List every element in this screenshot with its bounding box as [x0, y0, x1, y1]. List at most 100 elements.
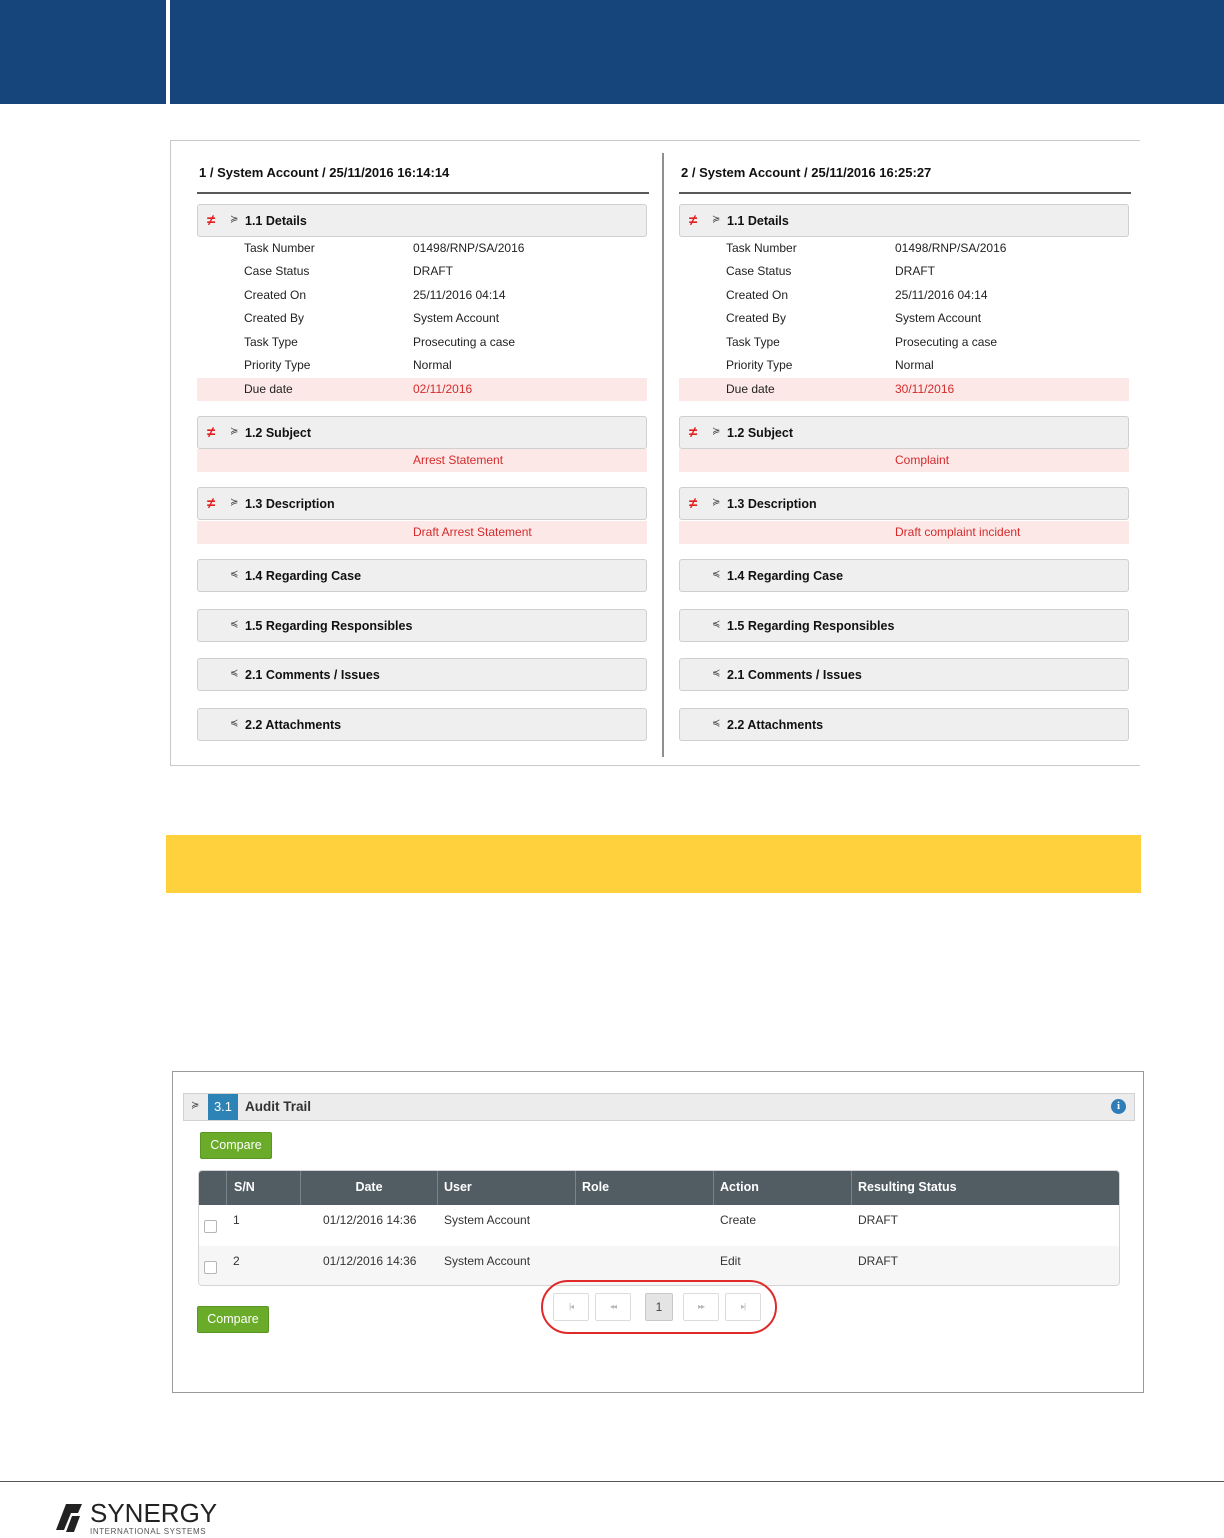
section-title: 1.2 Subject — [245, 426, 311, 440]
section-subject[interactable]: ≠ ≽ 1.2 Subject — [679, 416, 1129, 449]
chevron-up-icon: ≼ — [712, 569, 721, 580]
detail-row: Created By System Account — [726, 311, 982, 325]
detail-row: Case Status DRAFT — [726, 264, 935, 278]
cell-status: DRAFT — [858, 1213, 898, 1227]
detail-row: Task Type Prosecuting a case — [244, 335, 516, 349]
chevron-down-icon: ≽ — [191, 1100, 200, 1111]
chevron-up-icon: ≼ — [712, 718, 721, 729]
section-details[interactable]: ≠ ≽ 1.1 Details — [679, 204, 1129, 237]
audit-trail-header[interactable]: ≽ 3.1 Audit Trail i — [183, 1093, 1135, 1121]
cell-date: 01/12/2016 14:36 — [323, 1254, 417, 1268]
cell-date: 01/12/2016 14:36 — [323, 1213, 417, 1227]
brand-tagline: INTERNATIONAL SYSTEMS — [90, 1527, 207, 1536]
info-icon[interactable]: i — [1111, 1099, 1126, 1114]
chevron-up-icon: ≼ — [712, 668, 721, 679]
note-band — [166, 835, 1141, 893]
detail-row: Task Number 01498/RNP/SA/2016 — [244, 241, 525, 255]
column-header-action[interactable]: Action — [714, 1171, 852, 1205]
section-title: 1.3 Description — [727, 497, 817, 511]
section-title: 1.1 Details — [727, 214, 789, 228]
column-header-resulting-status[interactable]: Resulting Status — [852, 1171, 1119, 1205]
row-checkbox[interactable] — [204, 1261, 217, 1274]
compare-button-top[interactable]: Compare — [200, 1132, 272, 1159]
title-rule — [197, 192, 649, 194]
section-comments-issues[interactable]: ≼ 2.1 Comments / Issues — [197, 658, 647, 691]
section-regarding-case[interactable]: ≼ 1.4 Regarding Case — [197, 559, 647, 592]
not-equal-icon: ≠ — [689, 495, 698, 512]
document-page: 1 / System Account / 25/11/2016 16:14:14… — [0, 0, 1224, 1538]
compare-button-bottom[interactable]: Compare — [197, 1306, 269, 1333]
detail-row: Created On 25/11/2016 04:14 — [726, 288, 988, 302]
subject-value-row: Arrest Statement — [197, 449, 647, 472]
section-regarding-responsibles[interactable]: ≼ 1.5 Regarding Responsibles — [679, 609, 1129, 642]
section-title: 1.5 Regarding Responsibles — [727, 619, 895, 633]
detail-row: Case Status DRAFT — [244, 264, 453, 278]
section-title: 1.4 Regarding Case — [245, 569, 362, 583]
detail-row: Task Type Prosecuting a case — [726, 335, 998, 349]
column-header-user[interactable]: User — [438, 1171, 576, 1205]
section-comments-issues[interactable]: ≼ 2.1 Comments / Issues — [679, 658, 1129, 691]
section-title: 1.1 Details — [245, 214, 307, 228]
section-title: 2.1 Comments / Issues — [245, 668, 380, 682]
not-equal-icon: ≠ — [207, 424, 216, 441]
detail-row: Priority Type Normal — [244, 358, 452, 372]
column-header-select — [199, 1171, 227, 1205]
title-rule — [679, 192, 1131, 194]
chevron-down-icon: ≽ — [712, 214, 721, 225]
section-title: 2.2 Attachments — [245, 718, 342, 732]
detail-row-changed: Due date 30/11/2016 — [679, 378, 1129, 401]
revision-compare-panel: 1 / System Account / 25/11/2016 16:14:14… — [170, 140, 1140, 766]
detail-row-changed: Due date 02/11/2016 — [197, 378, 647, 401]
detail-row: Task Number 01498/RNP/SA/2016 — [726, 241, 1007, 255]
row-checkbox[interactable] — [204, 1220, 217, 1233]
section-attachments[interactable]: ≼ 2.2 Attachments — [679, 708, 1129, 741]
header-band-right — [170, 0, 1224, 104]
section-title: 1.4 Regarding Case — [727, 569, 844, 583]
synergy-logo-mark-icon — [56, 1504, 82, 1532]
revision-column-right: 2 / System Account / 25/11/2016 16:25:27… — [679, 141, 1131, 765]
chevron-down-icon: ≽ — [230, 214, 239, 225]
audit-table: S/N Date User Role Action Resulting Stat… — [198, 1170, 1120, 1286]
section-title: 1.3 Description — [245, 497, 335, 511]
description-value-row: Draft Arrest Statement — [197, 521, 647, 544]
column-header-date[interactable]: Date — [301, 1171, 438, 1205]
not-equal-icon: ≠ — [207, 495, 216, 512]
chevron-down-icon: ≽ — [230, 497, 239, 508]
revision-title: 2 / System Account / 25/11/2016 16:25:27 — [681, 165, 932, 180]
section-description[interactable]: ≠ ≽ 1.3 Description — [679, 487, 1129, 520]
cell-user: System Account — [444, 1254, 531, 1268]
section-title: 1.2 Subject — [727, 426, 793, 440]
header-band-left — [0, 0, 166, 104]
chevron-up-icon: ≼ — [230, 619, 239, 630]
footer-rule — [0, 1481, 1224, 1482]
chevron-up-icon: ≼ — [230, 718, 239, 729]
cell-user: System Account — [444, 1213, 531, 1227]
section-description[interactable]: ≠ ≽ 1.3 Description — [197, 487, 647, 520]
brand-name: SYNERGY — [90, 1498, 218, 1528]
column-divider — [662, 153, 664, 757]
cell-action: Create — [720, 1213, 757, 1227]
table-row[interactable]: 1 01/12/2016 14:36 System Account Create… — [199, 1205, 1119, 1246]
not-equal-icon: ≠ — [689, 212, 698, 229]
section-number-badge: 3.1 — [208, 1094, 238, 1120]
section-regarding-responsibles[interactable]: ≼ 1.5 Regarding Responsibles — [197, 609, 647, 642]
cell-sn: 1 — [233, 1213, 240, 1227]
chevron-down-icon: ≽ — [230, 426, 239, 437]
table-header: S/N Date User Role Action Resulting Stat… — [199, 1171, 1119, 1205]
pagination-highlight-circle — [541, 1280, 777, 1334]
section-details[interactable]: ≠ ≽ 1.1 Details — [197, 204, 647, 237]
revision-title: 1 / System Account / 25/11/2016 16:14:14 — [199, 165, 450, 180]
section-attachments[interactable]: ≼ 2.2 Attachments — [197, 708, 647, 741]
cell-sn: 2 — [233, 1254, 240, 1268]
section-regarding-case[interactable]: ≼ 1.4 Regarding Case — [679, 559, 1129, 592]
chevron-up-icon: ≼ — [712, 619, 721, 630]
column-header-sn[interactable]: S/N — [227, 1171, 301, 1205]
detail-row: Created By System Account — [244, 311, 500, 325]
column-header-role[interactable]: Role — [576, 1171, 714, 1205]
chevron-up-icon: ≼ — [230, 569, 239, 580]
chevron-down-icon: ≽ — [712, 426, 721, 437]
chevron-up-icon: ≼ — [230, 668, 239, 679]
subject-value-row: Complaint — [679, 449, 1129, 472]
section-subject[interactable]: ≠ ≽ 1.2 Subject — [197, 416, 647, 449]
chevron-down-icon: ≽ — [712, 497, 721, 508]
